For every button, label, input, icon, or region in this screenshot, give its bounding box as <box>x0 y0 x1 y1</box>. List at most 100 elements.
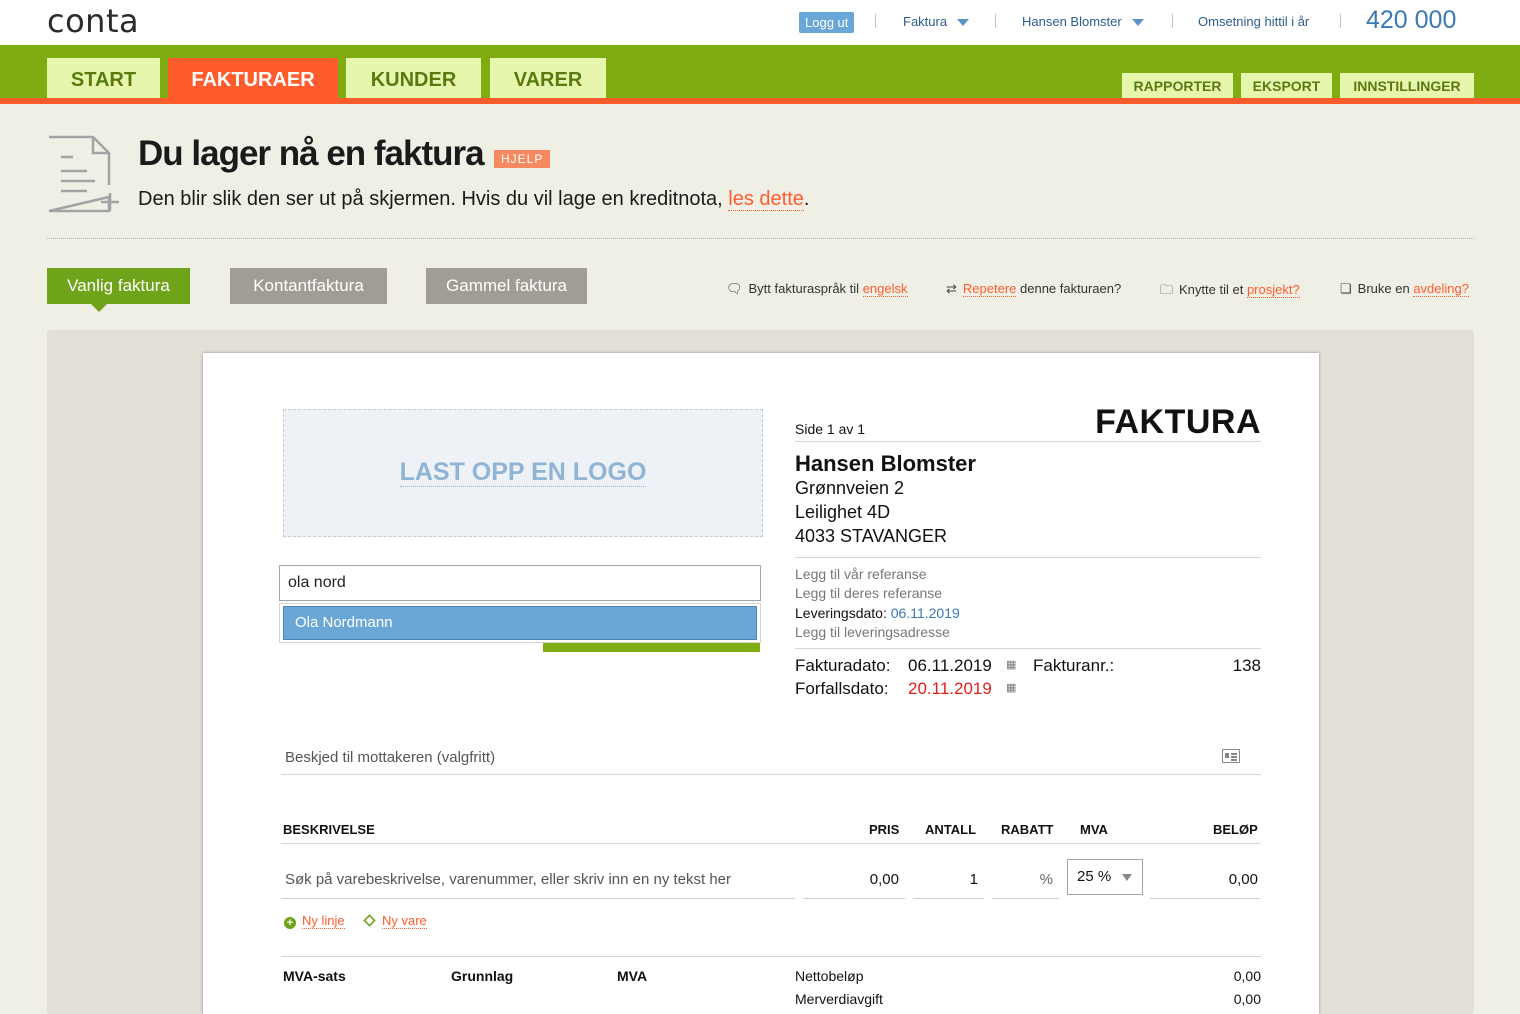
chevron-down-icon <box>957 19 970 27</box>
summary-vat-header: MVA <box>617 968 648 984</box>
logo-upload-area[interactable]: LAST OPP EN LOGO <box>283 409 763 537</box>
vat-amount-value: 0,00 <box>1233 991 1261 1007</box>
invoice-date-value[interactable]: 06.11.2019 <box>908 656 992 676</box>
delivery-address-link[interactable]: Legg til leveringsadresse <box>795 624 950 640</box>
line-vat-select[interactable]: 25 % <box>1067 859 1143 895</box>
divider <box>281 956 1261 957</box>
tab-cash-invoice[interactable]: Kontantfaktura <box>230 268 387 304</box>
recipient-address-3[interactable]: 4033 STAVANGER <box>795 526 947 547</box>
our-reference-link[interactable]: Legg til vår referanse <box>795 566 927 582</box>
line-price-input[interactable]: 0,00 <box>803 863 905 899</box>
customer-suggestions: Ola Nordmann <box>279 603 761 643</box>
repeat-text: denne fakturaen? <box>1020 281 1122 296</box>
conta-logo[interactable]: conta <box>47 2 139 40</box>
tab-old-invoice[interactable]: Gammel faktura <box>426 268 587 304</box>
delivery-date-value[interactable]: 06.11.2019 <box>891 605 960 621</box>
col-amount: BELØP <box>1213 822 1258 837</box>
tab-eksport[interactable]: EKSPORT <box>1241 73 1332 98</box>
recipient-address-1[interactable]: Grønnveien 2 <box>795 478 904 499</box>
invoice-paper: LAST OPP EN LOGO Ola Nordmann Side 1 av … <box>203 353 1319 1014</box>
chevron-down-icon <box>1131 19 1144 27</box>
recipient-name[interactable]: Hansen Blomster <box>795 451 976 477</box>
divider <box>795 557 1261 558</box>
contact-card-icon[interactable] <box>1222 749 1240 763</box>
tab-fakturaer[interactable]: FAKTURAER <box>168 58 338 104</box>
dept-text: Bruke en <box>1357 281 1410 296</box>
net-amount-value: 0,00 <box>1233 968 1261 984</box>
repeat-icon: ⇄ <box>946 281 957 296</box>
suggestion-item[interactable]: Ola Nordmann <box>283 606 757 640</box>
chevron-down-icon <box>1122 874 1132 881</box>
add-line-link[interactable]: + Ny linje <box>284 913 345 929</box>
language-text: Bytt fakturaspråk til <box>748 281 860 296</box>
add-line-label: Ny linje <box>302 913 345 929</box>
tab-kunder[interactable]: KUNDER <box>346 58 481 98</box>
subtitle-text: Den blir slik den ser ut på skjermen. Hv… <box>138 188 723 210</box>
tab-regular-invoice[interactable]: Vanlig faktura <box>47 268 190 312</box>
message-field[interactable]: Beskjed til mottakeren (valgfritt) <box>285 749 495 766</box>
invoice-number[interactable]: 138 <box>1233 656 1261 676</box>
divider <box>1340 14 1341 28</box>
col-qty: ANTALL <box>925 822 977 837</box>
divider <box>795 441 1261 442</box>
tab-innstillinger[interactable]: INNSTILLINGER <box>1340 73 1474 98</box>
project-text: Knytte til et <box>1179 282 1244 297</box>
customer-save-button[interactable] <box>543 643 760 652</box>
project-link[interactable]: prosjekt? <box>1246 282 1300 298</box>
invoice-number-label: Fakturanr.: <box>1033 656 1115 675</box>
line-discount-input[interactable]: % <box>992 863 1059 899</box>
company-menu[interactable]: Hansen Blomster <box>1022 14 1144 29</box>
vat-amount-label: Merverdiavgift <box>795 991 883 1007</box>
line-description-input[interactable]: Søk på varebeskrivelse, varenummer, elle… <box>281 863 795 899</box>
page-title: Du lager nå en faktura <box>138 134 485 173</box>
department-option: ❏ Bruke en avdeling? <box>1340 281 1469 297</box>
plus-circle-icon: + <box>284 917 296 929</box>
logout-button[interactable]: Logg ut <box>799 12 855 33</box>
col-description: BESKRIVELSE <box>283 822 375 837</box>
divider <box>795 648 1261 649</box>
repeat-link[interactable]: Repetere <box>962 281 1017 297</box>
credit-note-link[interactable]: les dette <box>728 188 804 211</box>
calendar-icon[interactable]: ▦ <box>1006 658 1016 671</box>
department-link[interactable]: avdeling? <box>1413 281 1469 297</box>
logo-upload-label[interactable]: LAST OPP EN LOGO <box>284 458 762 487</box>
box-icon <box>363 914 376 927</box>
tab-start[interactable]: START <box>47 58 160 98</box>
help-button[interactable]: HJELP <box>494 150 551 168</box>
add-item-link[interactable]: Ny vare <box>363 913 427 929</box>
invoice-date-row: Fakturadato: 06.11.2019 <box>795 656 992 676</box>
recipient-address-2[interactable]: Leilighet 4D <box>795 502 890 523</box>
customer-search-input[interactable] <box>279 565 761 601</box>
invoice-menu[interactable]: Faktura <box>903 14 970 29</box>
due-date-label: Forfallsdato: <box>795 679 889 698</box>
change-language-option: 🗨 Bytt fakturaspråk til engelsk <box>726 281 908 297</box>
top-bar: conta Logg ut Faktura Hansen Blomster Om… <box>0 0 1520 45</box>
tab-varer[interactable]: VARER <box>490 58 606 98</box>
divider <box>1172 14 1173 28</box>
new-document-icon <box>48 135 119 213</box>
english-link[interactable]: engelsk <box>862 281 908 297</box>
tab-rapporter[interactable]: RAPPORTER <box>1122 73 1233 98</box>
department-icon: ❏ <box>1340 281 1352 296</box>
delivery-date[interactable]: Leveringsdato: 06.11.2019 <box>795 605 960 621</box>
net-amount-label: Nettobeløp <box>795 968 864 984</box>
delivery-date-label: Leveringsdato: <box>795 605 887 621</box>
revenue-value[interactable]: 420 000 <box>1366 6 1456 35</box>
divider <box>995 14 996 28</box>
divider <box>281 843 1261 844</box>
vat-select-value: 25 % <box>1077 868 1112 885</box>
divider <box>47 238 1474 239</box>
line-qty-input[interactable]: 1 <box>913 863 984 899</box>
page-count: Side 1 av 1 <box>795 421 866 437</box>
revenue-label[interactable]: Omsetning hittil i år <box>1198 14 1309 29</box>
company-menu-label: Hansen Blomster <box>1022 14 1122 29</box>
col-vat: MVA <box>1080 822 1108 837</box>
summary-base-header: Grunnlag <box>451 968 514 984</box>
due-date-value[interactable]: 20.11.2019 <box>908 679 992 699</box>
their-reference-link[interactable]: Legg til deres referanse <box>795 585 942 601</box>
calendar-icon[interactable]: ▦ <box>1006 681 1016 694</box>
repeat-invoice-option: ⇄ Repetere denne fakturaen? <box>946 281 1121 297</box>
project-option: 🗀 Knytte til et prosjekt? <box>1160 281 1300 303</box>
col-discount: RABATT <box>1001 822 1054 837</box>
add-item-label: Ny vare <box>382 913 427 929</box>
